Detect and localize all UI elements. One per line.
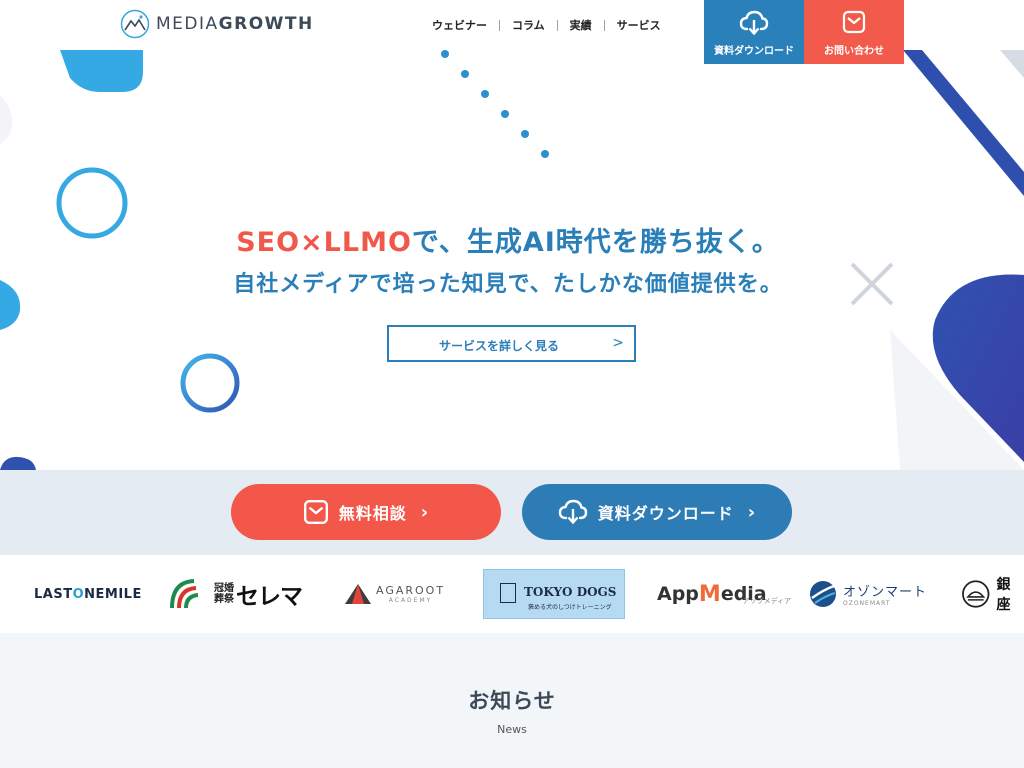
logo-cerema-kanji: 冠婚: [214, 583, 234, 594]
hero-title: SEO×LLMOで、生成AI時代を勝ち抜く。: [0, 220, 1016, 259]
decor-shape: [0, 95, 13, 144]
header-contact-label: お問い合わせ: [824, 46, 884, 57]
logo-tokyodogs: TOKYO DOGS 褒める犬のしつけトレーニング: [483, 555, 625, 633]
tokyodogs-badge-icon: [500, 583, 516, 603]
logo-appmedia: App Media アップメディア: [657, 555, 791, 633]
logo-ozonemart: オゾンマート OZONEMART: [809, 555, 927, 633]
logo-agaroot-name: AGAROOT: [376, 584, 446, 597]
nav-column[interactable]: コラム: [500, 17, 557, 33]
main-nav: ウェビナー コラム 実績 サービス: [420, 17, 673, 33]
site-header: MEDIAGROWTH ウェビナー コラム 実績 サービス 資料ダウンロード お…: [0, 0, 1024, 64]
logo-mark-icon: [120, 9, 150, 39]
client-logos-strip: LAST O NEMILE 冠婚 葬祭 セレマ AGAROOT ACADEMY TO…: [0, 555, 1024, 633]
logo-lastonemile-text: NEMILE: [84, 586, 142, 602]
logo-cerema-name: セレマ: [236, 584, 303, 610]
site-logo[interactable]: MEDIAGROWTH: [120, 9, 314, 39]
header-download-label: 資料ダウンロード: [714, 46, 794, 57]
cloud-download-icon: [739, 10, 769, 36]
free-consultation-label: 無料相談: [338, 504, 407, 523]
logo-appmedia-m: M: [698, 581, 721, 607]
nav-results[interactable]: 実績: [558, 17, 604, 33]
logo-text-bold: GROWTH: [218, 14, 314, 34]
decor-shape: [0, 456, 36, 470]
logo-appmedia-sub: アップメディア: [742, 597, 792, 605]
ginza-crest-icon: [962, 580, 990, 608]
logo-ozonemart-sub: OZONEMART: [843, 600, 891, 607]
logo-cerema: 冠婚 葬祭 セレマ: [170, 555, 303, 633]
cta-band: 無料相談 › 資料ダウンロード ›: [0, 470, 1024, 555]
agaroot-triangle-icon: [345, 584, 371, 604]
logo-tokyodogs-name: TOKYO DOGS: [524, 585, 617, 599]
chevron-right-icon: ›: [420, 501, 430, 523]
hero-section: SEO×LLMOで、生成AI時代を勝ち抜く。 自社メディアで培った知見で、たしか…: [0, 0, 1024, 470]
service-details-label: サービスを詳しく見る: [438, 339, 559, 353]
logo-lastonemile-o: O: [72, 586, 85, 602]
decor-stripe: [903, 50, 1024, 196]
news-subtitle: News: [497, 723, 527, 736]
news-section: お知らせ News: [0, 633, 1024, 768]
logo-agaroot-sub: ACADEMY: [388, 597, 433, 604]
news-title: お知らせ: [468, 689, 556, 713]
hero-subtitle: 自社メディアで培った知見で、たしかな価値提供を。: [233, 272, 783, 297]
logo-tokyodogs-sub: 褒める犬のしつけトレーニング: [528, 604, 612, 611]
nav-webinar[interactable]: ウェビナー: [420, 17, 499, 33]
logo-agaroot: AGAROOT ACADEMY: [344, 555, 445, 633]
logo-ozonemart-name: オゾンマート: [843, 585, 928, 600]
logo-lastonemile-text: LAST: [34, 586, 73, 602]
hero-title-accent: SEO×LLMO: [236, 227, 412, 258]
logo-cerema-kanji: 葬祭: [214, 594, 234, 605]
document-download-button[interactable]: 資料ダウンロード ›: [522, 484, 792, 540]
ozonemart-globe-icon: [810, 581, 836, 607]
cerema-mark-icon: [170, 579, 199, 609]
decor-ring: [180, 353, 240, 413]
free-consultation-button[interactable]: 無料相談 ›: [231, 484, 501, 540]
logo-lastonemile: LAST O NEMILE: [34, 555, 142, 633]
nav-services[interactable]: サービス: [605, 17, 673, 33]
header-download-button[interactable]: 資料ダウンロード: [704, 0, 804, 64]
document-download-label: 資料ダウンロード: [597, 504, 734, 523]
hero-title-rest: で、生成AI時代を勝ち抜く。: [411, 227, 780, 258]
service-details-button[interactable]: サービスを詳しく見る >: [387, 325, 636, 362]
logo-text: MEDIAGROWTH: [156, 14, 314, 34]
decor-stripe: [1000, 50, 1024, 78]
logo-appmedia-app: App: [657, 583, 699, 605]
chevron-right-icon: ›: [747, 501, 757, 523]
logo-text-light: MEDIA: [156, 14, 219, 34]
decor-shape: [60, 50, 143, 92]
mail-icon: [842, 10, 866, 34]
mail-icon: [303, 499, 328, 525]
logo-ginza-name: 銀座: [996, 577, 1011, 613]
cloud-download-icon: [558, 499, 587, 525]
logo-ginza: 銀座: [961, 555, 1024, 633]
chevron-right-icon: >: [612, 335, 624, 351]
header-contact-button[interactable]: お問い合わせ: [804, 0, 904, 64]
